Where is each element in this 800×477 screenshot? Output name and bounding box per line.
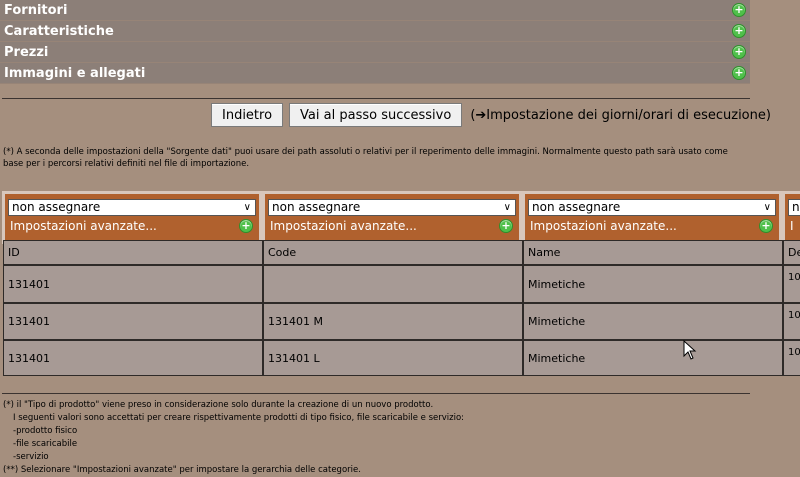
table-cell: 131401 xyxy=(3,265,263,303)
table-cell xyxy=(263,265,523,303)
footnote-line: -file scaricabile xyxy=(13,439,78,449)
table-cell: 10 MU xyxy=(783,303,800,340)
table-cell: 131401 xyxy=(3,303,263,340)
wizard-buttons: Indietro Vai al passo successivo (➔Impos… xyxy=(211,103,771,127)
section-fornitori[interactable]: Fornitori + xyxy=(0,0,750,21)
image-path-note: (*) A seconda delle impostazioni della "… xyxy=(3,147,728,169)
footnote-line: I seguenti valori sono accettati per cre… xyxy=(13,413,465,423)
field-select-value: n xyxy=(792,200,800,214)
add-icon[interactable]: + xyxy=(499,219,513,233)
column-mapping-header: non assegnare ∨ Impostazioni avanzate...… xyxy=(2,191,262,244)
column-mapping-header: non assegnare ∨ Impostazioni avanzate...… xyxy=(262,191,522,244)
expand-plus-icon[interactable]: + xyxy=(732,24,746,38)
import-mapping-table: non assegnare ∨ Impostazioni avanzate...… xyxy=(0,191,800,378)
field-select[interactable]: non assegnare ∨ xyxy=(268,199,516,216)
expand-plus-icon[interactable]: + xyxy=(732,3,746,17)
table-cell: Mimetiche xyxy=(523,265,783,303)
add-icon[interactable]: + xyxy=(759,219,773,233)
divider xyxy=(2,98,750,99)
footnote-line: (*) il "Tipo di prodotto" viene preso in… xyxy=(3,400,434,410)
table-cell: 10 MU xyxy=(783,265,800,303)
chevron-down-icon: ∨ xyxy=(243,202,251,213)
table-cell: 10 MU xyxy=(783,340,800,376)
next-step-button[interactable]: Vai al passo successivo xyxy=(289,103,463,127)
advanced-settings-link[interactable]: Impostazioni avanzate... xyxy=(10,219,157,233)
footnote-line: -prodotto fisico xyxy=(13,426,78,436)
table-cell: 131401 xyxy=(3,340,263,376)
field-select-value: non assegnare xyxy=(12,200,101,214)
field-select-value: non assegnare xyxy=(532,200,621,214)
section-label: Caratteristiche xyxy=(4,23,114,39)
column-header-name: Name xyxy=(523,240,783,265)
section-label: Prezzi xyxy=(4,44,49,60)
advanced-settings-link[interactable]: Impostazioni avanzate... xyxy=(530,219,677,233)
back-button[interactable]: Indietro xyxy=(211,103,284,127)
add-icon[interactable]: + xyxy=(239,219,253,233)
field-select[interactable]: non assegnare ∨ xyxy=(8,199,256,216)
expand-plus-icon[interactable]: + xyxy=(732,45,746,59)
footnote-line: -servizio xyxy=(13,452,49,462)
column-mapping-header: non assegnare ∨ Impostazioni avanzate...… xyxy=(522,191,782,244)
section-immagini-allegati[interactable]: Immagini e allegati + xyxy=(0,63,750,84)
advanced-settings-link[interactable]: Impostazioni avanzate... xyxy=(270,219,417,233)
footnote-line: (**) Selezionare "Impostazioni avanzate"… xyxy=(3,465,361,475)
field-select[interactable]: non assegnare ∨ xyxy=(528,199,776,216)
table-cell: Mimetiche xyxy=(523,340,783,376)
section-list: Fornitori + Caratteristiche + Prezzi + I… xyxy=(0,0,750,84)
section-prezzi[interactable]: Prezzi + xyxy=(0,42,750,63)
field-select-value: non assegnare xyxy=(272,200,361,214)
section-label: Immagini e allegati xyxy=(4,65,146,81)
column-header-id: ID xyxy=(3,240,263,265)
section-label: Fornitori xyxy=(4,2,68,18)
next-step-note: (➔Impostazione dei giorni/orari di esecu… xyxy=(470,107,771,123)
chevron-down-icon: ∨ xyxy=(763,202,771,213)
field-select[interactable]: n xyxy=(788,199,800,216)
column-header-code: Code xyxy=(263,240,523,265)
product-type-footnote: (*) il "Tipo di prodotto" viene preso in… xyxy=(3,399,773,477)
divider xyxy=(2,393,750,394)
advanced-settings-link[interactable]: I xyxy=(790,219,794,233)
table-cell: 131401 L xyxy=(263,340,523,376)
mouse-cursor-icon xyxy=(683,340,697,360)
section-caratteristiche[interactable]: Caratteristiche + xyxy=(0,21,750,42)
table-cell: Mimetiche xyxy=(523,303,783,340)
table-cell: 131401 M xyxy=(263,303,523,340)
column-mapping-header: n I xyxy=(782,191,800,244)
chevron-down-icon: ∨ xyxy=(503,202,511,213)
column-header-description: De xyxy=(783,240,800,265)
expand-plus-icon[interactable]: + xyxy=(732,66,746,80)
